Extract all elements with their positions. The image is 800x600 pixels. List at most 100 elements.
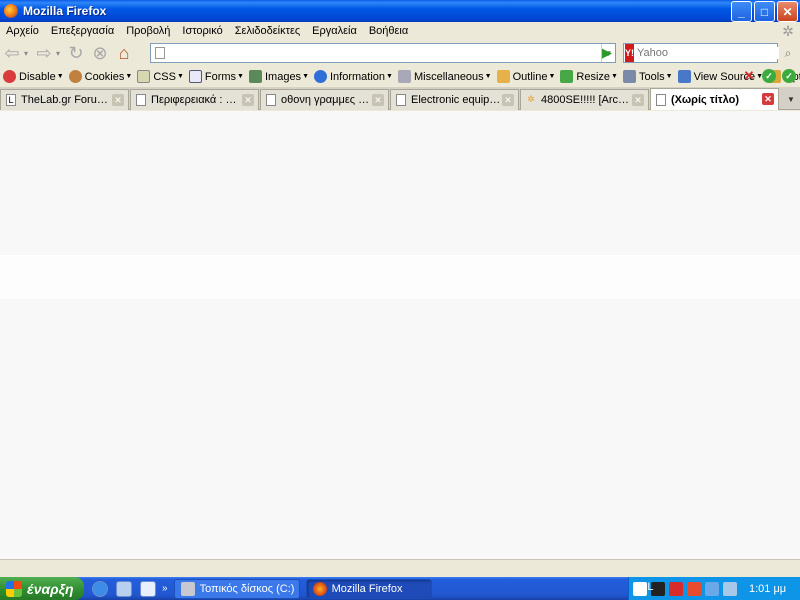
tab-4800se-archive[interactable]: ✲ 4800SE!!!!! [Archive... ✕ [520, 89, 649, 110]
clock[interactable]: 1:01 μμ [749, 583, 786, 595]
tab-untitled[interactable]: (Χωρίς τίτλο) ✕ [650, 88, 779, 110]
reload-icon[interactable]: ↻ [64, 42, 88, 64]
taskbar: έναρξη » Τοπικός δίσκος (C:) Mozilla Fir… [0, 577, 800, 600]
outline-icon [496, 70, 510, 83]
show-desktop-icon[interactable] [116, 580, 132, 597]
taskbar-firefox[interactable]: Mozilla Firefox [305, 578, 432, 599]
tab-close-icon[interactable]: ✕ [112, 94, 124, 106]
page-favicon [656, 93, 666, 106]
tab-label: οθονη γραμμες +ασ... [281, 94, 371, 106]
start-button[interactable]: έναρξη [0, 577, 84, 600]
menu-bookmarks[interactable]: Σελιδοδείκτες [229, 25, 306, 37]
tab-close-icon[interactable]: ✕ [632, 94, 644, 106]
menu-tools[interactable]: Εργαλεία [306, 25, 363, 37]
menu-file[interactable]: Αρχείο [0, 25, 45, 37]
tab-close-icon[interactable]: ✕ [372, 94, 384, 106]
maximize-button[interactable]: □ [754, 1, 775, 22]
go-icon[interactable]: ▶ [598, 44, 616, 62]
dev-status-icons: ✕ ✓ ✓ [742, 68, 796, 83]
dev-css-menu[interactable]: CSS ▼ [137, 70, 184, 83]
content-band [0, 255, 800, 299]
dev-resize-label: Resize [576, 70, 611, 83]
home-icon[interactable]: ⌂ [112, 42, 136, 64]
dev-miscellaneous-menu[interactable]: Miscellaneous ▼ [397, 70, 492, 83]
minimize-button[interactable]: _ [731, 1, 752, 22]
close-button[interactable]: ✕ [777, 1, 798, 22]
volume-icon[interactable] [723, 581, 737, 596]
search-icon[interactable]: ⌕ [779, 43, 797, 63]
language-indicator[interactable]: EL [640, 581, 653, 593]
search-bar[interactable]: Y! [623, 43, 779, 63]
css-icon [137, 70, 151, 83]
media-player-icon[interactable] [140, 580, 156, 597]
disable-icon [3, 70, 16, 83]
menu-bar: Αρχείο Επεξεργασία Προβολή Ιστορικό Σελι… [0, 22, 800, 40]
menu-help[interactable]: Βοήθεια [363, 25, 414, 37]
search-input[interactable] [637, 47, 779, 59]
page-content[interactable] [0, 111, 800, 559]
dev-resize-menu[interactable]: Resize ▼ [560, 70, 618, 83]
navigation-toolbar: ⇦ ▾ ⇨ ▾ ↻ ⊗ ⌂ ▼ ▶ Y! ⌕ [0, 40, 800, 66]
url-input[interactable] [169, 45, 601, 61]
dev-information-label: Information [330, 70, 386, 83]
tab-label: (Χωρίς τίτλο) [671, 93, 740, 106]
dev-tools-menu[interactable]: Tools ▼ [622, 70, 673, 83]
dev-information-menu[interactable]: Information ▼ [314, 70, 393, 83]
tools-icon [622, 70, 636, 83]
tab-close-icon[interactable]: ✕ [762, 93, 774, 105]
dev-tools-label: Tools [638, 70, 665, 83]
internet-explorer-icon[interactable] [92, 580, 108, 597]
taskbar-local-disk[interactable]: Τοπικός δίσκος (C:) [173, 578, 300, 599]
forward-dropdown-icon[interactable]: ▾ [56, 49, 64, 58]
dev-images-menu[interactable]: Images ▼ [248, 70, 309, 83]
tab-label: Περιφερειακά : Οθόν... [151, 94, 241, 106]
back-dropdown-icon[interactable]: ▾ [24, 49, 32, 58]
stop-icon[interactable]: ⊗ [88, 42, 112, 64]
drive-icon [180, 581, 195, 596]
network-icon[interactable] [705, 581, 719, 596]
yahoo-engine-icon[interactable]: Y! [625, 44, 634, 62]
menu-history[interactable]: Ιστορικό [176, 25, 228, 37]
dev-outline-menu[interactable]: Outline ▼ [496, 70, 555, 83]
tab-thelab-forum[interactable]: L TheLab.gr Forum - A... ✕ [0, 89, 129, 110]
page-favicon [136, 94, 146, 106]
dev-disable-menu[interactable]: Disable ▼ [3, 70, 64, 83]
menu-view[interactable]: Προβολή [120, 25, 176, 37]
archive-favicon: ✲ [527, 94, 535, 104]
information-icon [314, 70, 327, 83]
window-controls: _ □ ✕ [731, 1, 798, 22]
tab-electronic-equipment[interactable]: Electronic equipment... ✕ [390, 89, 519, 110]
tab-close-icon[interactable]: ✕ [502, 94, 514, 106]
back-icon[interactable]: ⇦ [0, 42, 24, 64]
tab-list-dropdown-icon[interactable]: ▼ [783, 90, 799, 108]
title-bar[interactable]: Mozilla Firefox _ □ ✕ [0, 0, 800, 22]
css-valid-icon[interactable]: ✓ [762, 69, 776, 83]
security-shield-icon[interactable] [687, 581, 701, 596]
close-toolbar-icon[interactable]: ✕ [742, 68, 756, 83]
page-icon [155, 47, 165, 59]
status-bar [0, 559, 800, 577]
url-bar[interactable]: ▼ [150, 43, 616, 63]
tab-close-icon[interactable]: ✕ [242, 94, 254, 106]
tab-screen-lines[interactable]: οθονη γραμμες +ασ... ✕ [260, 89, 389, 110]
antivirus-icon[interactable] [669, 581, 683, 596]
dev-cookies-label: Cookies [84, 70, 125, 83]
firefox-icon [4, 4, 18, 18]
quick-launch-more-icon[interactable]: » [162, 583, 168, 594]
forward-icon[interactable]: ⇨ [32, 42, 56, 64]
tab-peripherals[interactable]: Περιφερειακά : Οθόν... ✕ [130, 89, 259, 110]
js-valid-icon[interactable]: ✓ [782, 69, 796, 83]
page-favicon [396, 94, 406, 106]
tab-label: TheLab.gr Forum - A... [21, 94, 111, 106]
window-title: Mozilla Firefox [23, 4, 107, 18]
windows-logo-icon [6, 580, 22, 597]
tab-label: Electronic equipment... [411, 94, 501, 106]
tab-strip: L TheLab.gr Forum - A... ✕ Περιφερειακά … [0, 88, 800, 110]
dev-cookies-menu[interactable]: Cookies ▼ [68, 70, 132, 83]
taskbar-window-label: Τοπικός δίσκος (C:) [199, 582, 295, 595]
dev-forms-menu[interactable]: Forms ▼ [188, 70, 244, 83]
menu-edit[interactable]: Επεξεργασία [45, 25, 120, 37]
dev-outline-label: Outline [512, 70, 548, 83]
tab-label: 4800SE!!!!! [Archive... [541, 94, 631, 106]
firefox-icon [312, 581, 327, 596]
